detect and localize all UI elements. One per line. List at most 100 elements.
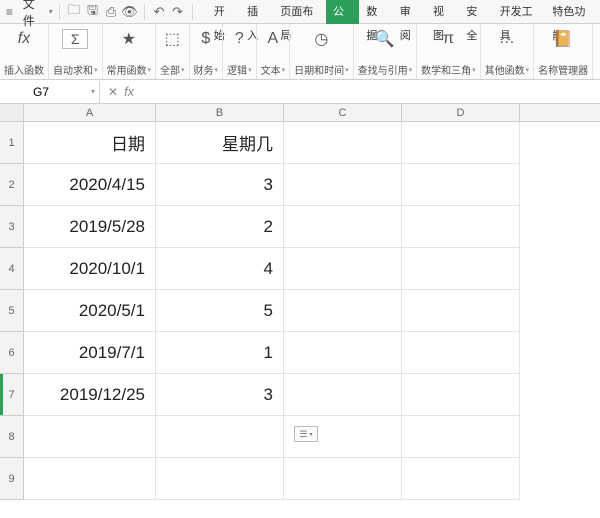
cell-A3[interactable]: 2019/5/28 xyxy=(24,206,156,248)
ribbon-finance[interactable]: $ 财务▾ xyxy=(190,24,224,79)
cell-C7[interactable] xyxy=(284,374,402,416)
ribbon-other[interactable]: …其他函数▾ xyxy=(481,24,535,79)
cell-D4[interactable] xyxy=(402,248,520,290)
col-header-B[interactable]: B xyxy=(156,104,284,121)
save-icon[interactable]: 🖫 xyxy=(84,3,101,21)
cell-D8[interactable] xyxy=(402,416,520,458)
ribbon-tabs: 开始 插入 页面布局 公式 数据 审阅 视图 安全 开发工具 特色功能 xyxy=(207,0,598,24)
tab-data[interactable]: 数据 xyxy=(359,0,392,24)
row-header[interactable]: 6 xyxy=(0,332,24,374)
print-icon[interactable]: ⎙ xyxy=(103,3,120,21)
cell-B8[interactable] xyxy=(156,416,284,458)
tab-developer[interactable]: 开发工具 xyxy=(493,0,546,24)
tab-review[interactable]: 审阅 xyxy=(393,0,426,24)
cell-B1[interactable]: 星期几 xyxy=(156,122,284,164)
ribbon-side: ⊞指定 📋粘贴 xyxy=(593,24,600,79)
spreadsheet-grid: A B C D 1日期星期几22020/4/15332019/5/2824202… xyxy=(0,104,600,500)
tab-insert[interactable]: 插入 xyxy=(240,0,273,24)
ribbon-label: 逻辑▾ xyxy=(227,62,252,77)
cell-D9[interactable] xyxy=(402,458,520,500)
ribbon-lookup[interactable]: 🔍查找与引用▾ xyxy=(354,24,418,79)
tab-view[interactable]: 视图 xyxy=(426,0,459,24)
cell-A2[interactable]: 2020/4/15 xyxy=(24,164,156,206)
tab-formula[interactable]: 公式 xyxy=(326,0,359,24)
row-header[interactable]: 5 xyxy=(0,290,24,332)
cell-A4[interactable]: 2020/10/1 xyxy=(24,248,156,290)
cell-D1[interactable] xyxy=(402,122,520,164)
separator xyxy=(192,4,193,20)
grid-icon: ⬚ xyxy=(165,28,180,50)
cell-B2[interactable]: 3 xyxy=(156,164,284,206)
cell-B4[interactable]: 4 xyxy=(156,248,284,290)
tab-security[interactable]: 安全 xyxy=(459,0,492,24)
redo-icon[interactable]: ↷ xyxy=(169,3,186,21)
cell-C2[interactable] xyxy=(284,164,402,206)
menu-icon[interactable]: ≡ xyxy=(2,5,17,19)
cell-B5[interactable]: 5 xyxy=(156,290,284,332)
row-header[interactable]: 8 xyxy=(0,416,24,458)
preview-icon[interactable]: 👁 xyxy=(121,3,138,21)
select-all-corner[interactable] xyxy=(0,104,24,121)
autofill-options[interactable]: ☰▾ xyxy=(294,426,318,442)
cell-D3[interactable] xyxy=(402,206,520,248)
cell-D5[interactable] xyxy=(402,290,520,332)
tab-home[interactable]: 开始 xyxy=(207,0,240,24)
undo-icon[interactable]: ↶ xyxy=(151,3,168,21)
name-box-input[interactable] xyxy=(6,85,76,99)
ribbon-autosum[interactable]: Σ自动求和▾ xyxy=(49,24,103,79)
row-header[interactable]: 1 xyxy=(0,122,24,164)
cell-C3[interactable] xyxy=(284,206,402,248)
name-box[interactable]: ▾ xyxy=(0,81,100,103)
question-icon: ? xyxy=(235,28,244,50)
col-header-C[interactable]: C xyxy=(284,104,402,121)
ribbon-math[interactable]: π数学和三角▾ xyxy=(417,24,481,79)
ribbon-label: 全部▾ xyxy=(160,62,185,77)
cell-C1[interactable] xyxy=(284,122,402,164)
fx-icon[interactable]: fx xyxy=(124,84,134,99)
col-header-A[interactable]: A xyxy=(24,104,156,121)
cell-D7[interactable] xyxy=(402,374,520,416)
ribbon-logic[interactable]: ? 逻辑▾ xyxy=(223,24,257,79)
ribbon-text[interactable]: A文本▾ xyxy=(257,24,291,79)
cell-A7[interactable]: 2019/12/25 xyxy=(24,374,156,416)
row-header[interactable]: 7 xyxy=(0,374,24,416)
tab-special[interactable]: 特色功能 xyxy=(545,0,598,24)
cell-D6[interactable] xyxy=(402,332,520,374)
cell-C9[interactable] xyxy=(284,458,402,500)
folder-icon[interactable]: 🗀 xyxy=(66,3,83,21)
cell-D2[interactable] xyxy=(402,164,520,206)
cell-A6[interactable]: 2019/7/1 xyxy=(24,332,156,374)
ribbon-label: 文本▾ xyxy=(261,62,286,77)
ribbon-common-fn[interactable]: ★常用函数▾ xyxy=(103,24,157,79)
cell-C4[interactable] xyxy=(284,248,402,290)
cell-A8[interactable] xyxy=(24,416,156,458)
ribbon-name-mgr[interactable]: 📔名称管理器 xyxy=(534,24,593,79)
cell-B7[interactable]: 3 xyxy=(156,374,284,416)
tab-page-layout[interactable]: 页面布局 xyxy=(273,0,326,24)
file-caret-icon: ▾ xyxy=(49,7,53,16)
cell-B9[interactable] xyxy=(156,458,284,500)
row-header[interactable]: 3 xyxy=(0,206,24,248)
row-header[interactable]: 4 xyxy=(0,248,24,290)
cell-A9[interactable] xyxy=(24,458,156,500)
dollar-icon: $ xyxy=(201,28,210,50)
col-header-D[interactable]: D xyxy=(402,104,520,121)
book-icon: 📔 xyxy=(553,28,573,50)
ribbon-label: 财务▾ xyxy=(194,62,219,77)
ribbon-insert-function[interactable]: fx插入函数 xyxy=(0,24,49,79)
cell-B6[interactable]: 1 xyxy=(156,332,284,374)
cell-C6[interactable] xyxy=(284,332,402,374)
ribbon-label: 插入函数 xyxy=(4,62,44,77)
row-header[interactable]: 9 xyxy=(0,458,24,500)
cell-A1[interactable]: 日期 xyxy=(24,122,156,164)
cell-B3[interactable]: 2 xyxy=(156,206,284,248)
fx-tools: ✕ fx xyxy=(100,84,142,99)
cancel-icon[interactable]: ✕ xyxy=(108,85,118,99)
chevron-down-icon[interactable]: ▾ xyxy=(91,87,95,96)
ribbon-all-fn[interactable]: ⬚ 全部▾ xyxy=(156,24,190,79)
row-header[interactable]: 2 xyxy=(0,164,24,206)
ribbon-datetime[interactable]: ◷日期和时间▾ xyxy=(290,24,354,79)
cell-A5[interactable]: 2020/5/1 xyxy=(24,290,156,332)
ribbon-label: 日期和时间▾ xyxy=(294,62,349,77)
cell-C5[interactable] xyxy=(284,290,402,332)
